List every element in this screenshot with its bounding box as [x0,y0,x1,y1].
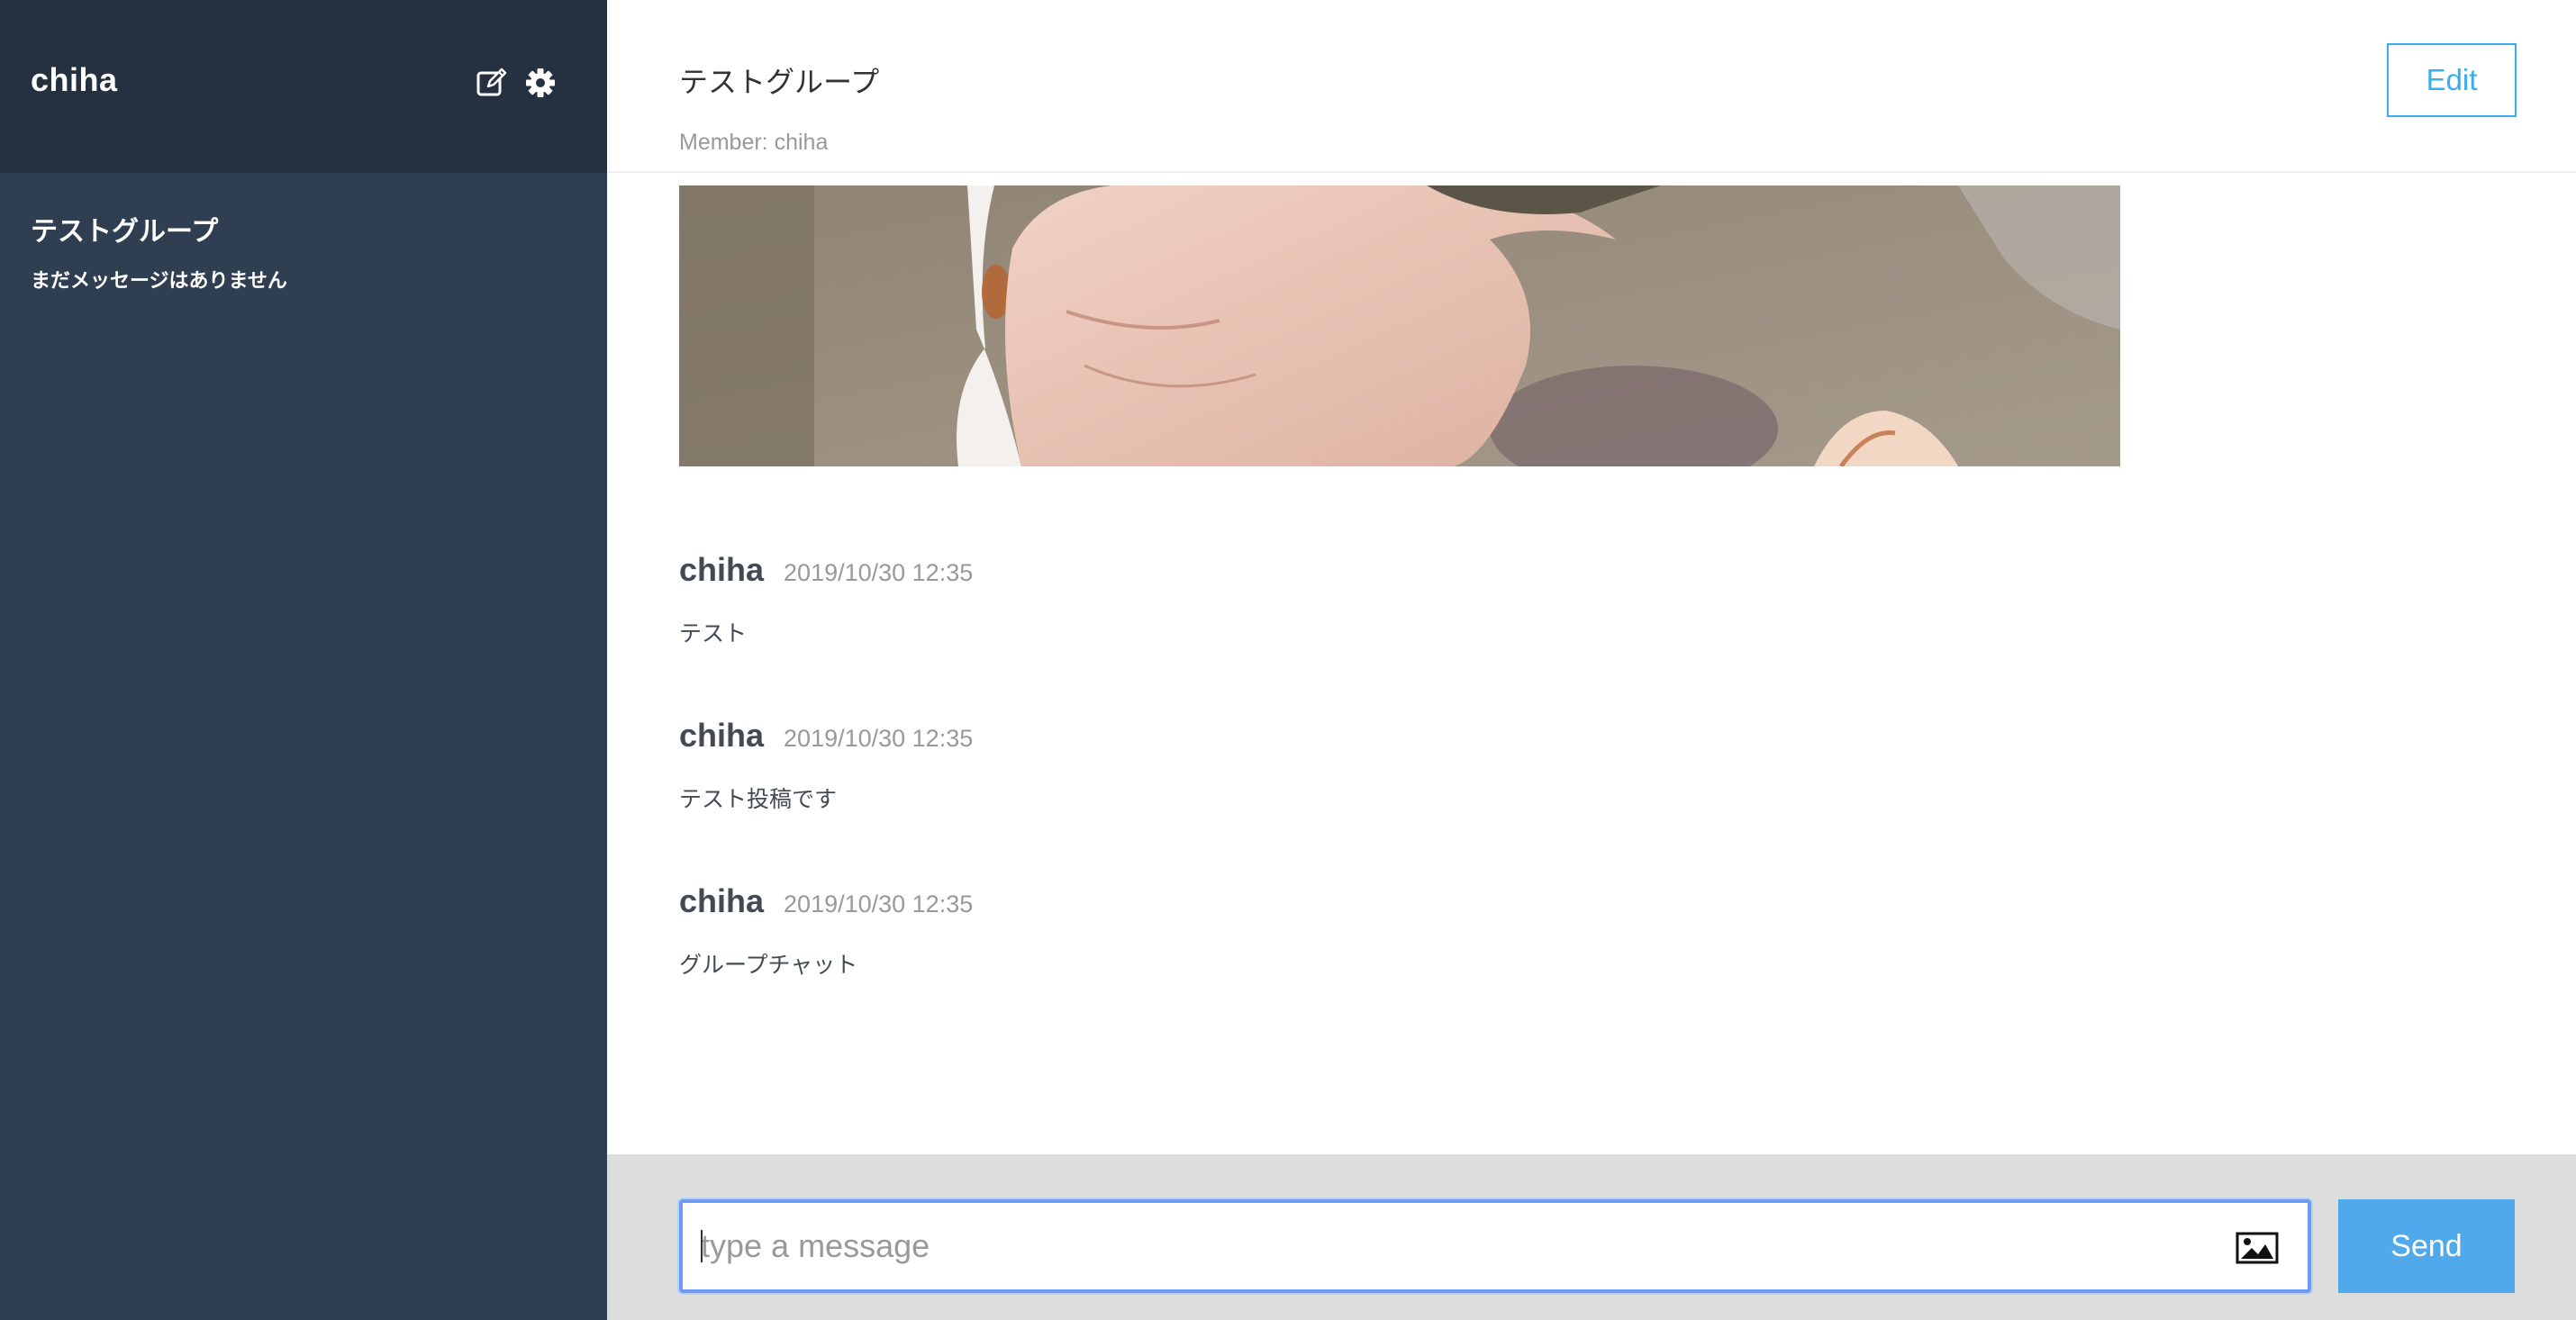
sidebar-group-name: テストグループ [31,216,219,248]
sidebar-group-latest-message: まだメッセージはありません [31,270,287,293]
message-user: chiha [679,717,765,754]
send-button[interactable]: Send [2338,1199,2515,1293]
group-title: テストグループ [679,65,880,99]
message-item: chiha 2019/10/30 12:35 グループチャット [679,882,973,980]
message-input[interactable] [701,1203,2214,1289]
chat-main: テストグループ Member: chiha Edit chiha 2019/10… [607,0,2576,1320]
message-text: テスト投稿です [679,786,838,812]
member-list: Member: chiha [679,130,829,155]
message-date: 2019/10/30 12:35 [784,559,974,586]
message-item: chiha 2019/10/30 12:35 テスト投稿です [679,717,973,814]
edit-group-button[interactable]: Edit [2387,43,2517,117]
edit-icon[interactable] [476,67,508,99]
message-user: chiha [679,882,765,919]
sidebar-group-item[interactable]: テストグループ まだメッセージはありません [31,209,571,294]
message-image [679,185,2120,466]
message-item: chiha 2019/10/30 12:35 テスト [679,551,973,648]
user-header: chiha [0,0,607,173]
gear-icon[interactable] [524,67,557,99]
message-list[interactable]: chiha 2019/10/30 12:35 テスト chiha 2019/10… [607,175,2576,1154]
message-input-wrapper[interactable] [679,1199,2311,1293]
message-date: 2019/10/30 12:35 [784,725,974,752]
header-icons [476,67,557,99]
message-text: グループチャット [679,952,858,978]
sidebar: chiha テストグループ まだメッセージはありません [0,0,607,1320]
text-caret [701,1230,703,1262]
message-form: Send [607,1154,2576,1320]
message-user: chiha [679,551,765,588]
message-text: テスト [679,620,748,646]
current-user-name: chiha [31,61,118,98]
chat-header: テストグループ Member: chiha Edit [607,0,2576,173]
message-date: 2019/10/30 12:35 [784,891,974,918]
